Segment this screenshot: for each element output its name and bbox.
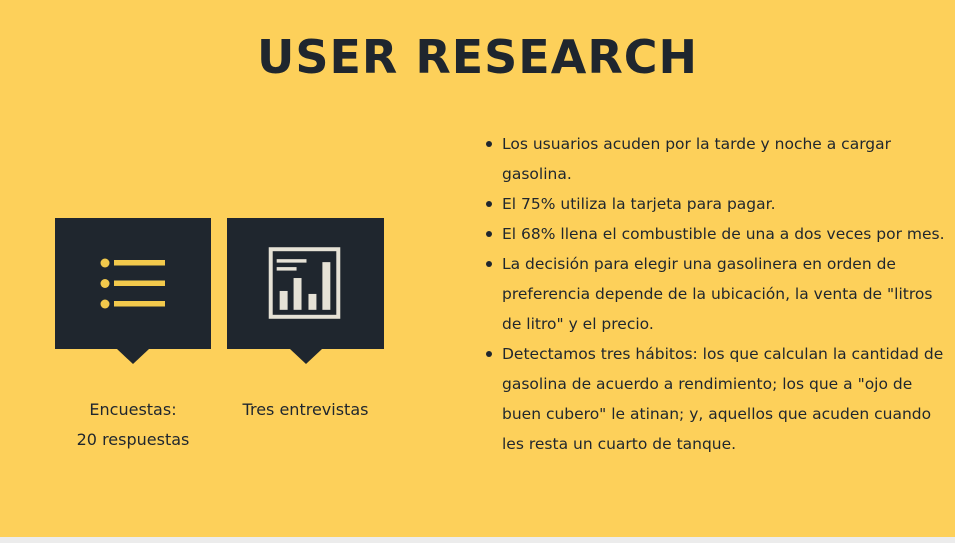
list-item: El 75% utiliza la tarjeta para pagar. <box>486 189 952 219</box>
bar-chart-report-icon <box>268 247 341 319</box>
surveys-card <box>55 218 211 364</box>
surveys-caption: Encuestas: 20 respuestas <box>55 395 211 455</box>
bullet-icon <box>486 201 492 207</box>
list-item: Los usuarios acuden por la tarde y noche… <box>486 129 952 189</box>
page-title: USER RESEARCH <box>256 30 698 84</box>
finding-text: El 75% utiliza la tarjeta para pagar. <box>502 195 776 213</box>
bullet-icon <box>486 351 492 357</box>
card-pointer <box>117 349 149 364</box>
list-item: El 68% llena el combustible de una a dos… <box>486 219 952 249</box>
list-item: La decisión para elegir una gasolinera e… <box>486 249 952 339</box>
card-pointer <box>289 349 322 364</box>
interviews-card <box>227 218 384 364</box>
slide: USER RESEARCH Encuestas: 20 respuestas T… <box>0 0 955 537</box>
list-icon <box>100 258 165 309</box>
bullet-icon <box>486 231 492 237</box>
list-item: Detectamos tres hábitos: los que calcula… <box>486 339 952 459</box>
surveys-caption-count: 20 respuestas <box>76 430 190 449</box>
surveys-caption-label: Encuestas: <box>89 400 177 419</box>
findings-list: Los usuarios acuden por la tarde y noche… <box>480 129 952 459</box>
finding-text: El 68% llena el combustible de una a dos… <box>502 225 945 243</box>
interviews-caption: Tres entrevistas <box>227 395 384 425</box>
finding-text: La decisión para elegir una gasolinera e… <box>502 255 933 333</box>
bottom-strip <box>0 537 955 543</box>
bullet-icon <box>486 141 492 147</box>
finding-text: Los usuarios acuden por la tarde y noche… <box>502 135 892 183</box>
bullet-icon <box>486 261 492 267</box>
finding-text: Detectamos tres hábitos: los que calcula… <box>502 345 944 453</box>
interviews-caption-label: Tres entrevistas <box>242 400 369 419</box>
